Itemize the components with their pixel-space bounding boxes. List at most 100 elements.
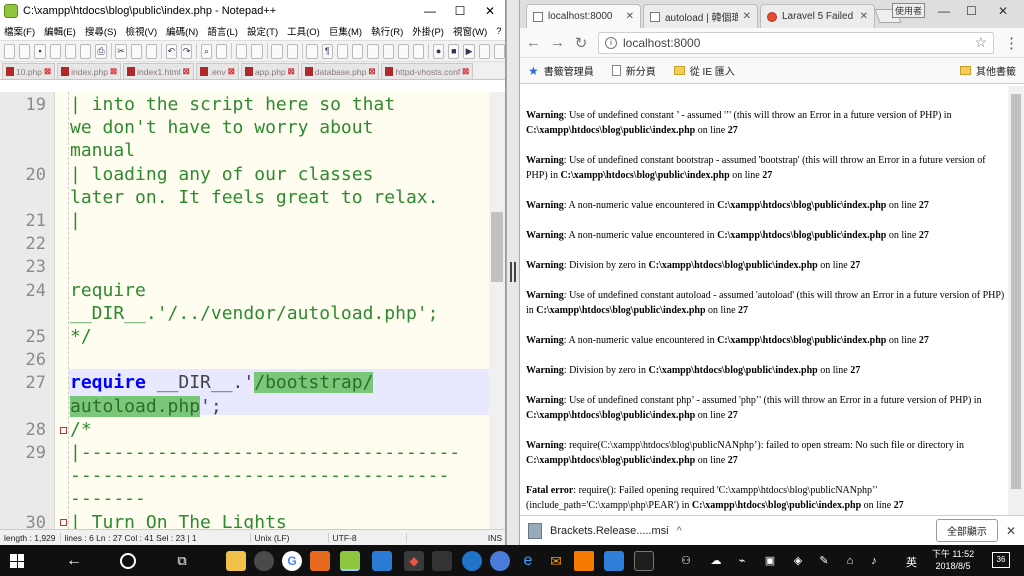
tab-close-icon[interactable]: ⊠ [183,66,190,77]
cortana-icon[interactable] [120,553,136,569]
tray-icon[interactable]: ▣ [760,551,780,571]
bookmark-manager[interactable]: ★ 書籤管理員 [528,63,594,79]
menu-item[interactable]: ? [496,26,501,37]
bookmark-new-tab[interactable]: 新分頁 [611,63,656,78]
minimize-icon[interactable]: — [415,4,445,18]
file-explorer-icon[interactable] [226,551,246,571]
start-button[interactable] [10,554,24,568]
close-icon[interactable] [64,43,77,59]
chrome-blue-icon[interactable] [490,551,510,571]
doc-map-icon[interactable] [367,43,379,59]
menu-item[interactable]: 外掛(P) [412,24,444,38]
thunderbird-icon[interactable]: ✉ [546,551,566,571]
other-bookmarks[interactable]: 其他書籤 [960,63,1016,78]
tab-close-icon[interactable]: ⊠ [228,66,235,77]
save-all-icon[interactable] [49,43,61,59]
show-all-chars-icon[interactable]: ¶ [321,43,333,59]
tray-icon[interactable]: ◈ [788,551,808,571]
filezilla-icon[interactable] [310,551,330,571]
chrome-taskbar-icon[interactable]: G [282,551,302,571]
task-view-icon[interactable]: ⧉ [172,551,192,571]
replace-icon[interactable] [216,43,228,59]
fold-marker-icon[interactable] [60,519,67,526]
tab-close-icon[interactable]: ✕ [743,11,751,22]
open-file-icon[interactable] [19,43,31,59]
paste-icon[interactable] [145,43,158,59]
copy-icon[interactable] [130,43,142,59]
tray-icon[interactable]: ☁ [706,551,726,571]
redo-icon[interactable]: ↷ [180,43,193,59]
network-icon[interactable]: ⌂ [840,551,860,571]
zoom-out-icon[interactable] [251,43,263,59]
tab-close-icon[interactable]: ✕ [860,11,868,22]
maximize-icon[interactable]: ☐ [966,4,977,18]
tab-close-icon[interactable]: ⊠ [110,66,117,77]
file-tab[interactable]: database.php ⊠ [300,63,380,79]
function-list-icon[interactable] [382,43,394,59]
file-tab[interactable]: httpd-vhosts.conf ⊠ [381,63,474,79]
save-macro-icon[interactable] [493,43,505,59]
menu-item[interactable]: 編輯(E) [44,24,76,38]
scrollbar-thumb[interactable] [1011,94,1021,489]
menu-item[interactable]: 編碼(N) [166,24,198,38]
page-scrollbar[interactable] [1008,86,1024,518]
close-icon[interactable]: ✕ [475,4,505,18]
tab-close-icon[interactable]: ⊠ [44,66,51,77]
window-divider[interactable] [506,0,520,545]
record-icon[interactable]: ● [433,43,445,59]
chevron-up-icon[interactable]: ^ [677,525,682,537]
back-icon[interactable]: ← [526,34,541,51]
tab-close-icon[interactable]: ✕ [626,11,634,22]
close-icon[interactable]: ✕ [998,4,1008,18]
file-tab[interactable]: index.php ⊠ [57,63,122,79]
show-all-button[interactable]: 全部顯示 [935,519,998,542]
chrome-tab[interactable]: autoload | 韓個瑯 ✕ [643,4,758,28]
maximize-icon[interactable]: ☐ [445,4,475,18]
folder-workspace-icon[interactable] [397,43,410,59]
menu-item[interactable]: 視窗(W) [453,24,487,38]
tab-close-icon[interactable]: ⊠ [288,66,295,77]
address-bar[interactable]: i localhost:8000 ☆ [598,31,994,54]
save-icon[interactable]: ▪ [34,43,46,59]
play-icon[interactable]: ▶ [463,43,475,59]
lang-icon[interactable] [352,43,364,59]
info-icon[interactable]: i [605,36,617,49]
menu-item[interactable]: 設定(T) [247,24,278,38]
cut-icon[interactable]: ✂ [115,43,127,59]
code-editor[interactable]: 19 20 21 22 23 24 25 26 27 28 29 30 | into the scri… [0,92,505,533]
menu-item[interactable]: 檢視(V) [125,24,157,38]
notification-icon[interactable]: 36 [992,552,1010,568]
app-icon[interactable] [432,551,452,571]
reload-icon[interactable]: ↻ [574,34,588,52]
file-tab[interactable]: index1.html ⊠ [123,63,194,79]
menu-item[interactable]: 巨集(M) [329,24,362,38]
menu-item[interactable]: 搜尋(S) [85,24,117,38]
minimize-icon[interactable]: — [938,4,950,18]
bookmark-ie-import[interactable]: 從 IE 匯入 [673,63,735,78]
sync-v-icon[interactable] [271,43,283,59]
volume-icon[interactable]: ♪ [864,551,884,571]
menu-icon[interactable]: ⋮ [1004,34,1019,52]
people-icon[interactable]: ⚇ [676,551,696,571]
scrollbar-thumb[interactable] [491,212,503,282]
tab-close-icon[interactable]: ⊠ [368,66,375,77]
menu-item[interactable]: 檔案(F) [4,24,35,38]
tray-icon[interactable]: ✎ [814,551,834,571]
menu-item[interactable]: 語言(L) [207,24,238,38]
edge-icon[interactable]: e [518,551,538,571]
zoom-in-icon[interactable] [236,43,248,59]
stop-icon[interactable]: ■ [448,43,460,59]
print-icon[interactable]: ⎙ [95,43,107,59]
editor-scrollbar[interactable] [489,92,505,529]
menu-item[interactable]: 執行(R) [371,24,403,38]
vscode-icon[interactable] [372,551,392,571]
pointer-app-icon[interactable] [254,551,274,571]
find-icon[interactable]: ⌕ [200,43,213,59]
play-multi-icon[interactable] [478,43,490,59]
indent-guide-icon[interactable] [336,43,349,59]
git-icon[interactable]: ◆ [404,551,424,571]
bookmark-star-icon[interactable]: ☆ [974,34,987,51]
menu-item[interactable]: 工具(O) [287,24,320,38]
terminal-icon[interactable] [634,551,654,571]
system-clock[interactable]: 下午 11:52 2018/8/5 [924,548,982,572]
